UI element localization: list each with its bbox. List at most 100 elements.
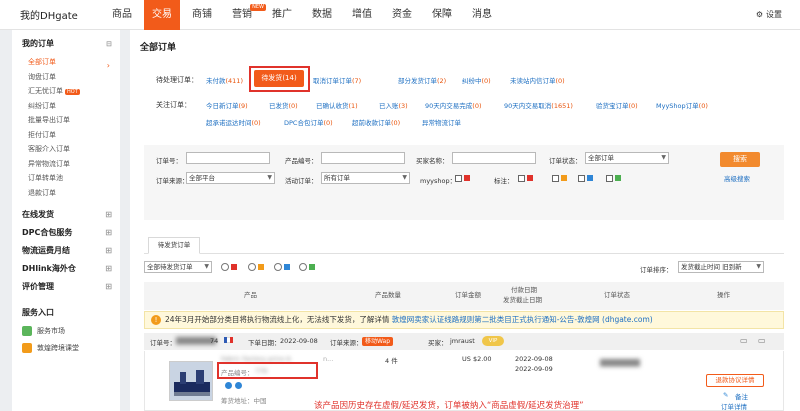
- sidebar-group-dpc[interactable]: DPC合包服务 ⊞: [22, 224, 120, 242]
- select-value: 全部订单: [588, 154, 614, 162]
- order-date-label: 下单日期：: [248, 339, 281, 347]
- remark-link[interactable]: 备注: [735, 391, 748, 401]
- gear-icon: ⚙: [755, 10, 763, 19]
- link-cancel-requests[interactable]: 取消订单订单(7): [313, 75, 361, 85]
- search-button[interactable]: 搜索: [720, 152, 760, 167]
- buyer-name-input[interactable]: [452, 152, 536, 164]
- link-dpc-orders[interactable]: DPC合包订单(0): [284, 117, 333, 127]
- nav-products[interactable]: 商品: [104, 0, 140, 30]
- pending-filter-select[interactable]: 全部待发货订单 ▼: [144, 261, 212, 273]
- service-label: 敦煌跨境课堂: [37, 343, 79, 352]
- notice-link[interactable]: 敦煌网卖家认证线路规则第二批类目正式执行通知-公告-敦煌网 (dhgate.co…: [392, 315, 653, 324]
- sidebar-group-dhlink[interactable]: DHlink海外仓 ⊞: [22, 260, 120, 278]
- product-no-input[interactable]: [321, 152, 405, 164]
- link-abnormal-logistics[interactable]: 异常物流订单: [422, 117, 461, 127]
- dhgate-academy-link[interactable]: 敦煌跨境课堂: [22, 339, 120, 356]
- tab-divider: [144, 253, 784, 254]
- select-value: 全部平台: [189, 174, 215, 182]
- advanced-search-link[interactable]: 高级搜索: [724, 173, 750, 183]
- message-icon[interactable]: ▭: [758, 336, 766, 345]
- chat-icon[interactable]: ▭: [740, 336, 748, 345]
- sort-select[interactable]: 发货截止时间 旧到新 ▼: [678, 261, 764, 273]
- sidebar-group-freight[interactable]: 物流运费月结 ⊞: [22, 242, 120, 260]
- nav-funds[interactable]: 资金: [384, 0, 420, 30]
- warning-icon: !: [151, 315, 161, 325]
- link-credited[interactable]: 已入账(3): [379, 100, 408, 110]
- sidebar-item-transfer-pool[interactable]: 订单转单池: [22, 171, 120, 186]
- hot-badge: HOT: [65, 89, 80, 95]
- refund-detail-button[interactable]: 退款协议详情: [706, 374, 764, 387]
- nav-promotion[interactable]: 推广: [264, 0, 300, 30]
- sidebar-item-all-orders[interactable]: 全部订单 ›: [22, 55, 120, 70]
- order-no-value[interactable]: 74: [210, 337, 218, 345]
- mark-filter-yellow-radio[interactable]: [248, 263, 256, 271]
- sidebar-item-refund-orders[interactable]: 退款订单: [22, 186, 120, 201]
- order-header: 订单号： ████████ 74 下单日期： 2022-09-08 订单来源： …: [144, 333, 784, 350]
- order-detail-link[interactable]: 订单详情: [721, 401, 747, 411]
- sidebar-item-cs-intervention[interactable]: 客服介入订单: [22, 142, 120, 157]
- link-new-today[interactable]: 今日新订单(9): [206, 100, 248, 110]
- sidebar-group-reviews[interactable]: 评价管理 ⊞: [22, 278, 120, 296]
- order-table-header: 产品 产品数量 订单金额 付款日期 发货截止日期 订单状态 操作: [144, 282, 784, 310]
- nav-value-added[interactable]: 增值: [344, 0, 380, 30]
- note-icon[interactable]: ✎: [723, 391, 728, 399]
- nav-store[interactable]: 商铺: [184, 0, 220, 30]
- product-image[interactable]: [169, 361, 213, 401]
- mark-red-checkbox[interactable]: [518, 175, 525, 182]
- nav-messages[interactable]: 消息: [464, 0, 500, 30]
- link-partial-shipped[interactable]: 部分发货订单(2): [398, 75, 446, 85]
- product-photo: [170, 362, 212, 400]
- link-in-dispute[interactable]: 纠纷中(0): [462, 75, 491, 85]
- link-unpaid[interactable]: 未付款(411): [206, 75, 243, 85]
- nav-data[interactable]: 数据: [304, 0, 340, 30]
- link-unread-messages[interactable]: 未读站内信订单(0): [510, 75, 565, 85]
- collapse-icon[interactable]: ⊟: [106, 40, 112, 48]
- link-count: (1651): [551, 102, 573, 110]
- sidebar-item-dispute-orders[interactable]: 纠纷订单: [22, 99, 120, 114]
- link-over-promised-time[interactable]: 超承诺运达时间(0): [206, 117, 261, 127]
- mark-yellow-checkbox[interactable]: [552, 175, 559, 182]
- link-myyshop-orders[interactable]: MyyShop订单(0): [656, 100, 708, 110]
- tab-pending-shipment[interactable]: 待发货订单: [148, 237, 200, 254]
- myyshop-checkbox[interactable]: [455, 175, 462, 182]
- nav-protection[interactable]: 保障: [424, 0, 460, 30]
- mark-blue-checkbox[interactable]: [578, 175, 585, 182]
- mark-flag-icon[interactable]: [153, 375, 159, 381]
- link-confirmed-received[interactable]: 已确认收货(1): [316, 100, 358, 110]
- sidebar-group-label: 评价管理: [22, 282, 54, 291]
- chevron-down-icon: ▼: [756, 263, 761, 270]
- activity-select[interactable]: 所有订单 ▼: [321, 172, 410, 184]
- order-no-input[interactable]: [186, 152, 270, 164]
- sidebar-item-batch-export[interactable]: 批量导出订单: [22, 113, 120, 128]
- sidebar-item-worry-free-orders[interactable]: 汇无忧订单 HOT: [22, 84, 120, 99]
- focus-orders-label: 关注订单：: [156, 101, 191, 109]
- nav-marketing[interactable]: 营销 NEW: [224, 0, 266, 30]
- ship-from: 筹货地址：中国: [221, 397, 267, 405]
- link-text: 已发货: [269, 102, 289, 110]
- link-shipped[interactable]: 已发货(0): [269, 100, 298, 110]
- order-source-badge: 移动Wap: [362, 336, 394, 346]
- service-market-link[interactable]: 服务市场: [22, 322, 120, 339]
- order-source-select[interactable]: 全部平台 ▼: [186, 172, 275, 184]
- sidebar-item-inquiry-orders[interactable]: 询盘订单: [22, 70, 120, 85]
- link-text: 超承诺运达时间: [206, 119, 252, 127]
- settings-button[interactable]: ⚙ 设置: [756, 0, 782, 30]
- order-status-select[interactable]: 全部订单 ▼: [585, 152, 669, 164]
- nav-trade[interactable]: 交易: [144, 0, 180, 30]
- sidebar-my-orders[interactable]: 我的订单 ⊟: [22, 38, 120, 49]
- mark-filter-green-radio[interactable]: [299, 263, 307, 271]
- sidebar-group-online-shipping[interactable]: 在线发货 ⊞: [22, 206, 120, 224]
- link-completed-90d[interactable]: 90天内交易完成(0): [425, 100, 482, 110]
- brand-link[interactable]: 我的DHgate: [0, 7, 104, 22]
- link-inspection-orders[interactable]: 验货宝订单(0): [596, 100, 638, 110]
- col-amount: 订单金额: [455, 291, 481, 299]
- mark-filter-blue-radio[interactable]: [274, 263, 282, 271]
- mark-filter-red-radio[interactable]: [221, 263, 229, 271]
- buyer-name[interactable]: jmraust: [450, 337, 475, 345]
- mark-green-checkbox[interactable]: [606, 175, 613, 182]
- link-cancelled-90d[interactable]: 90天内交易取消(1651): [504, 100, 573, 110]
- sidebar-item-chargeback[interactable]: 拒付订单: [22, 128, 120, 143]
- sidebar-item-abnormal-logistics[interactable]: 异常物流订单: [22, 157, 120, 172]
- chevron-down-icon: ▼: [661, 154, 666, 161]
- link-advance-payment[interactable]: 超前收款订单(0): [352, 117, 400, 127]
